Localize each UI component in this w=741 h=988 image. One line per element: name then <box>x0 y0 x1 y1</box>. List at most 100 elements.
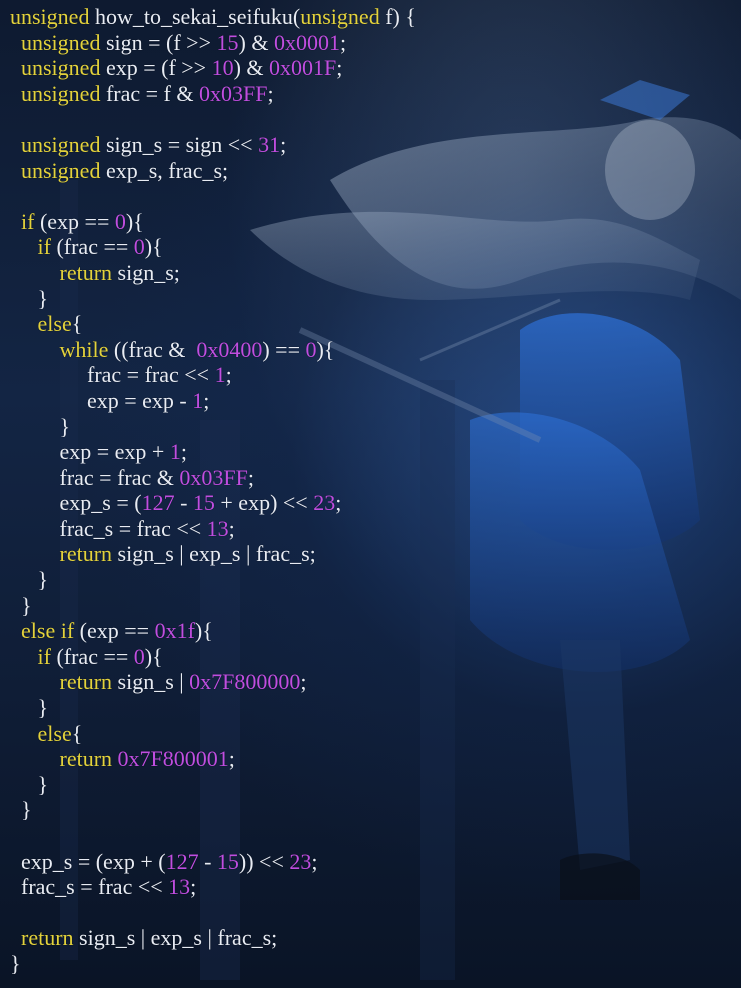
code-line: frac = frac << 1; <box>0 362 741 388</box>
code-text: (frac == <box>50 234 134 260</box>
code-number: 1 <box>169 439 181 465</box>
code-line: exp_s = (127 - 15 + exp) << 23; <box>0 490 741 516</box>
code-text: frac = f & <box>100 80 199 106</box>
code-number: 0x7F800001 <box>117 746 229 772</box>
code-line: unsigned sign_s = sign << 31; <box>0 132 741 158</box>
code-text: ; <box>203 387 210 413</box>
code-number: 1 <box>214 362 226 388</box>
code-text: ; <box>339 29 347 55</box>
code-line: else{ <box>0 721 741 747</box>
code-line: exp_s = (exp + (127 - 15)) << 23; <box>0 849 741 875</box>
code-line: exp = exp - 1; <box>0 388 741 414</box>
code-number: 15 <box>216 29 239 55</box>
code-number: 31 <box>258 131 281 157</box>
code-number: 0x03FF <box>179 464 248 490</box>
code-text: frac_s = frac << <box>10 515 207 541</box>
code-line: if (exp == 0){ <box>0 209 741 235</box>
code-text: ((frac & <box>108 336 197 362</box>
code-line: if (frac == 0){ <box>0 644 741 670</box>
code-text: (frac == <box>50 643 134 669</box>
code-editor[interactable]: unsigned how_to_sekai_seifuku(unsigned f… <box>0 0 741 988</box>
code-text: sign = (f >> <box>100 29 217 55</box>
code-text: ; <box>225 362 232 388</box>
code-line: exp = exp + 1; <box>0 439 741 465</box>
code-keyword: return <box>21 925 74 951</box>
code-number: 0x001F <box>269 55 337 81</box>
code-text: ) & <box>238 29 274 55</box>
code-text: } <box>10 695 49 721</box>
code-keyword: while <box>59 336 109 362</box>
code-keyword: unsigned <box>21 29 101 55</box>
code-number: 0 <box>133 643 145 669</box>
code-line: } <box>0 772 741 798</box>
code-text: (exp == <box>74 618 155 644</box>
code-line: return sign_s | exp_s | frac_s; <box>0 541 741 567</box>
code-line: return 0x7F800001; <box>0 746 741 772</box>
code-text: { <box>71 720 83 746</box>
code-line: else if (exp == 0x1f){ <box>0 618 741 644</box>
code-text: } <box>10 285 49 311</box>
code-text: ; <box>335 490 342 516</box>
code-keyword: else <box>37 720 72 746</box>
code-text: f) { <box>379 4 416 29</box>
code-text: ){ <box>144 234 163 260</box>
code-keyword: unsigned <box>21 80 101 106</box>
code-number: 10 <box>211 55 234 81</box>
code-text: (exp == <box>34 208 115 234</box>
code-line: } <box>0 567 741 593</box>
code-block[interactable]: unsigned how_to_sekai_seifuku(unsigned f… <box>0 4 741 977</box>
code-keyword: return <box>59 669 113 695</box>
code-text: ) & <box>233 55 270 81</box>
code-text: ; <box>180 439 187 465</box>
code-text: ; <box>228 746 235 772</box>
code-text: ){ <box>144 643 163 669</box>
code-text: how_to_sekai_seifuku( <box>89 4 301 29</box>
code-keyword: else if <box>21 618 75 644</box>
code-text: exp_s = ( <box>10 490 142 516</box>
code-line: unsigned exp_s, frac_s; <box>0 158 741 184</box>
code-line: return sign_s | exp_s | frac_s; <box>0 925 741 951</box>
code-text: ){ <box>125 208 144 234</box>
code-text: sign_s | exp_s | frac_s; <box>73 925 278 951</box>
code-text: ){ <box>316 336 335 362</box>
code-line: else{ <box>0 311 741 337</box>
code-text: ; <box>336 55 343 81</box>
code-line: frac_s = frac << 13; <box>0 874 741 900</box>
code-number: 0x0001 <box>273 29 340 55</box>
code-number: 13 <box>168 874 191 900</box>
code-keyword: if <box>37 643 51 669</box>
code-text: ; <box>228 515 235 541</box>
code-number: 0x7F800000 <box>189 669 301 695</box>
code-keyword: if <box>21 208 35 234</box>
code-text: sign_s | exp_s | frac_s; <box>112 541 316 567</box>
code-text: ; <box>190 874 197 900</box>
code-keyword: return <box>59 541 113 567</box>
code-number: 0x0400 <box>196 336 263 362</box>
code-line: } <box>0 797 741 823</box>
code-number: 1 <box>192 387 204 413</box>
code-text: } <box>10 567 49 593</box>
code-number: 0x03FF <box>198 80 268 106</box>
code-line: return sign_s; <box>0 260 741 286</box>
code-text: sign_s | <box>112 669 190 695</box>
code-text: } <box>10 592 32 618</box>
code-text: ; <box>247 464 254 490</box>
code-text: frac = frac << <box>10 362 215 388</box>
code-line: unsigned sign = (f >> 15) & 0x0001; <box>0 30 741 56</box>
code-number: 23 <box>289 848 312 874</box>
code-text: frac_s = frac << <box>10 874 169 900</box>
code-text: frac = frac & <box>10 464 180 490</box>
code-line: unsigned exp = (f >> 10) & 0x001F; <box>0 55 741 81</box>
code-number: 0 <box>133 234 145 260</box>
code-text: ; <box>300 669 307 695</box>
code-text: ; <box>311 848 318 874</box>
